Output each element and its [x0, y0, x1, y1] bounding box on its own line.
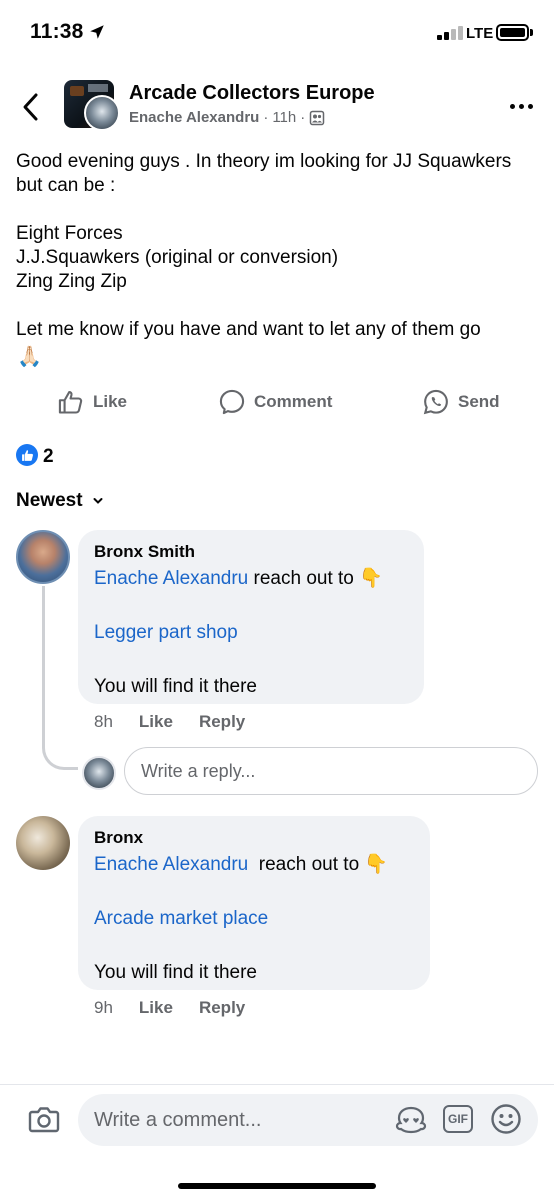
comment-link[interactable]: Legger part shop [94, 620, 408, 646]
praying-hands-emoji: 🙏🏻 [17, 346, 42, 368]
avatar-sticker-icon[interactable] [394, 1104, 428, 1134]
comment-bubble-icon [219, 389, 245, 415]
like-label: Like [93, 392, 128, 411]
meta-separator-2: · [300, 109, 306, 126]
comment-text: reach out to [248, 568, 360, 589]
comment-meta: 8h Like Reply [94, 712, 245, 732]
comment-line-mention: Enache Alexandru reach out to 👇 [94, 852, 414, 878]
sort-label: Newest [16, 490, 83, 511]
signal-icon [437, 26, 463, 40]
pointing-down-emoji: 👇 [364, 854, 389, 875]
meta-separator: · [263, 109, 269, 126]
comment-text: reach out to [248, 854, 365, 875]
comment-time: 9h [94, 998, 113, 1017]
comment-sort-dropdown[interactable]: Newest [16, 490, 103, 512]
reply-thread-line [42, 586, 78, 770]
commenter-avatar-bronx[interactable] [16, 816, 70, 870]
like-button[interactable]: Like [57, 388, 127, 416]
post-time: 11h [272, 109, 297, 126]
comment-link[interactable]: Arcade market place [94, 906, 414, 932]
group-name[interactable]: Arcade Collectors Europe [129, 82, 375, 105]
thumbs-up-icon [58, 391, 83, 414]
back-arrow-icon[interactable] [20, 92, 42, 122]
more-options-icon[interactable] [510, 104, 533, 109]
comment-input[interactable] [94, 1100, 384, 1140]
group-members-icon [310, 110, 325, 125]
home-indicator [178, 1183, 376, 1189]
network-label: LTE [466, 25, 494, 42]
battery-nub [530, 29, 533, 36]
comment-text-2: You will find it there [94, 962, 258, 983]
battery-icon [496, 24, 529, 41]
comment-meta: 9h Like Reply [94, 998, 245, 1018]
post-meta: Enache Alexandru · 11h · [129, 109, 325, 126]
chevron-down-icon [93, 498, 103, 504]
gif-button[interactable]: GIF [443, 1105, 473, 1133]
comment-like-button[interactable]: Like [139, 712, 173, 732]
post-text: Good evening guys . In theory im looking… [16, 151, 512, 340]
comment-reply-button[interactable]: Reply [199, 998, 245, 1018]
mention-link[interactable]: Enache Alexandru [94, 568, 248, 589]
comment-text-2: You will find it there [94, 676, 258, 697]
author-name[interactable]: Enache Alexandru [129, 109, 259, 126]
whatsapp-icon [423, 389, 448, 415]
emoji-icon[interactable] [490, 1103, 522, 1135]
pointing-down-emoji: 👇 [359, 568, 383, 589]
commenter-name[interactable]: Bronx Smith [94, 542, 408, 562]
send-label: Send [458, 392, 500, 411]
comment-like-button[interactable]: Like [139, 998, 173, 1018]
reply-input[interactable] [124, 747, 538, 795]
comment-label: Comment [254, 392, 333, 411]
author-avatar[interactable] [84, 95, 120, 131]
send-button[interactable]: Send [422, 388, 500, 416]
camera-icon[interactable] [28, 1104, 60, 1134]
comment-button[interactable]: Comment [218, 388, 332, 416]
mention-link[interactable]: Enache Alexandru [94, 854, 248, 875]
commenter-avatar-bronx-smith[interactable] [16, 530, 70, 584]
comment-line-mention: Enache Alexandru reach out to 👇 [94, 566, 408, 592]
current-user-avatar [82, 756, 116, 790]
reaction-count[interactable]: 2 [43, 446, 54, 468]
status-time: 11:38 [30, 20, 84, 43]
commenter-name[interactable]: Bronx [94, 828, 414, 848]
comment-reply-button[interactable]: Reply [199, 712, 245, 732]
comment-time: 8h [94, 712, 113, 731]
comment-bubble: Bronx Smith Enache Alexandru reach out t… [78, 530, 424, 704]
location-arrow-icon [90, 25, 104, 39]
like-reaction-icon[interactable] [16, 444, 38, 466]
comment-bubble: Bronx Enache Alexandru reach out to 👇 Ar… [78, 816, 430, 990]
